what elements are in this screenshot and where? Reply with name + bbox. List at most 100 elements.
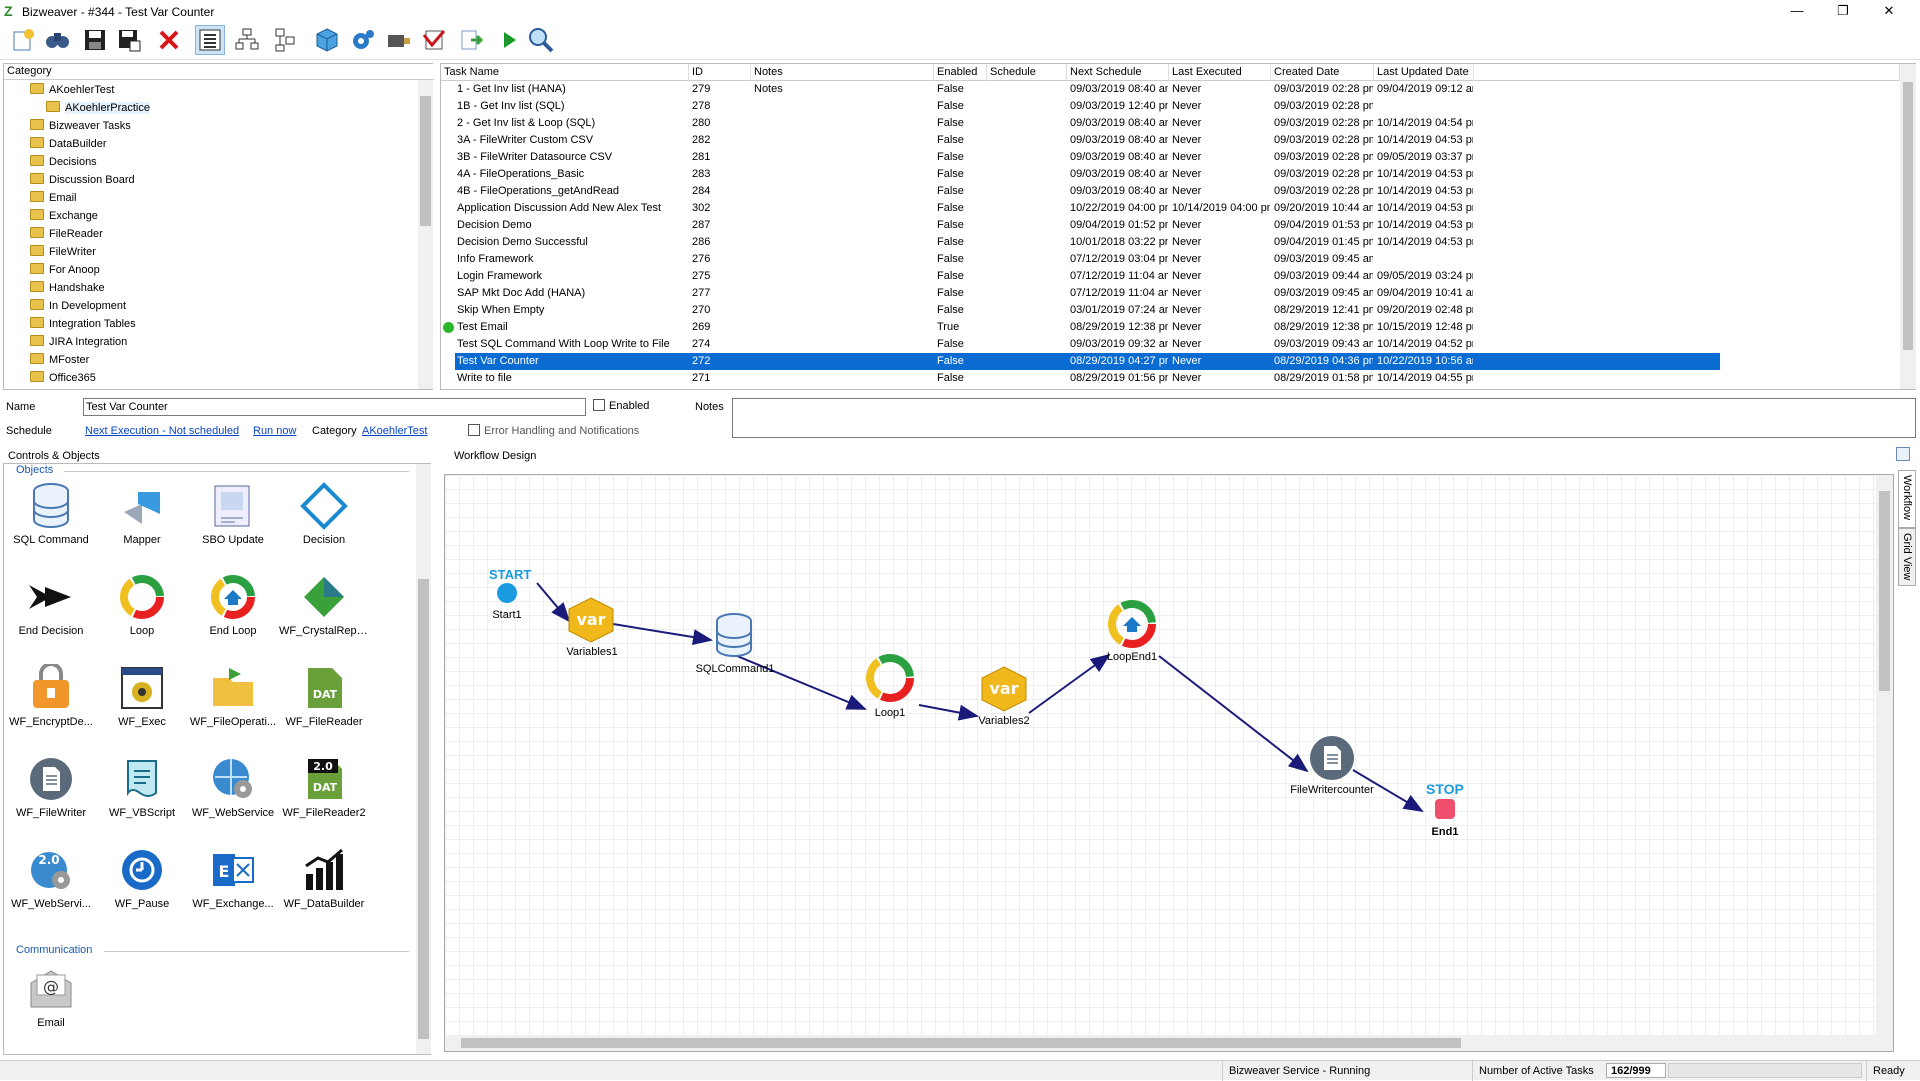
table-row[interactable]: Decision Demo 287 False 09/04/2019 01:52 pm… [455, 217, 1719, 234]
run-icon[interactable] [494, 25, 524, 55]
tree-item[interactable]: +Integration Tables [30, 315, 136, 333]
category-scrollbar[interactable] [418, 80, 433, 389]
find-icon[interactable] [42, 25, 72, 55]
table-row[interactable]: Login Framework 275 False 07/12/2019 11:04 … [455, 268, 1719, 285]
object-email[interactable]: @ Email [6, 959, 96, 1049]
loop1-node[interactable] [865, 653, 915, 706]
error-handling-checkbox[interactable]: Error Handling and Notifications [468, 424, 639, 437]
tree-item[interactable]: −AKoehlerTest [30, 81, 114, 99]
column-header[interactable]: Enabled [934, 64, 987, 81]
start-node[interactable] [497, 583, 517, 603]
tree-item[interactable]: Office365 [30, 369, 96, 387]
table-row[interactable]: Test Var Counter 272 False 08/29/2019 04:27… [455, 353, 1720, 370]
tree-item[interactable]: JIRA Integration [30, 333, 127, 351]
loopend1-node[interactable] [1107, 599, 1157, 652]
table-row[interactable]: Test Email 269 True 08/29/2019 12:38 pm Neve… [443, 319, 1719, 336]
tree-item[interactable]: Bizweaver Tasks [30, 117, 131, 135]
connector[interactable] [606, 622, 713, 645]
stop-node[interactable] [1435, 799, 1455, 819]
table-row[interactable]: Decision Demo Successful 286 False 10/01/20… [455, 234, 1719, 251]
object-item[interactable]: WF_EncryptDe... [6, 658, 96, 748]
import-icon[interactable] [420, 25, 450, 55]
object-item[interactable]: WF_Pause [97, 840, 187, 930]
workflow-view-icon[interactable] [270, 25, 300, 55]
pane-options-icon[interactable] [1896, 447, 1910, 461]
column-header[interactable]: Last Updated Date [1374, 64, 1474, 81]
tree-item[interactable]: Exchange [30, 207, 98, 225]
connector[interactable] [1158, 655, 1309, 773]
column-header[interactable]: Schedule [987, 64, 1067, 81]
column-header[interactable]: ID [689, 64, 751, 81]
search-icon[interactable] [526, 25, 556, 55]
table-row[interactable]: SAP Mkt Doc Add (HANA) 277 False 07/12/2019… [455, 285, 1719, 302]
object-item[interactable]: WF_VBScript [97, 749, 187, 839]
grid-scrollbar[interactable] [1900, 64, 1916, 389]
object-item[interactable]: 2.0 WF_WebServi... [6, 840, 96, 930]
table-row[interactable]: Test SQL Command With Loop Write to File… [455, 336, 1719, 353]
object-item[interactable]: E WF_Exchange... [188, 840, 278, 930]
minimize-button[interactable]: — [1774, 0, 1820, 22]
object-item[interactable]: Mapper [97, 476, 187, 566]
settings-icon[interactable] [348, 25, 378, 55]
tree-item[interactable]: DataBuilder [30, 135, 106, 153]
column-header[interactable]: Task Name [441, 64, 689, 81]
connector[interactable] [1028, 653, 1111, 714]
tree-item[interactable]: Email [30, 189, 77, 207]
canvas-hscroll[interactable] [445, 1035, 1893, 1051]
enabled-checkbox[interactable]: Enabled [593, 399, 649, 412]
object-item[interactable]: DAT WF_FileReader [279, 658, 369, 748]
delete-icon[interactable] [154, 25, 184, 55]
variables2-node[interactable]: var [979, 665, 1029, 716]
table-row[interactable]: 3A - FileWriter Custom CSV 282 False 09/03/… [455, 132, 1719, 149]
tree-item[interactable]: In Development [30, 297, 126, 315]
new-task-icon[interactable] [8, 25, 38, 55]
tree-item[interactable]: Discussion Board [30, 171, 135, 189]
object-item[interactable]: WF_WebService [188, 749, 278, 839]
canvas-vscroll[interactable] [1876, 475, 1893, 1035]
object-item[interactable]: SBO Update [188, 476, 278, 566]
object-item[interactable]: End Decision [6, 567, 96, 657]
close-window-button[interactable]: ✕ [1866, 0, 1912, 22]
tab-grid-view[interactable]: Grid View [1898, 528, 1916, 586]
save-as-icon[interactable] [114, 25, 144, 55]
object-item[interactable]: Loop [97, 567, 187, 657]
object-item[interactable]: WF_Exec [97, 658, 187, 748]
filewriter-node[interactable] [1307, 733, 1357, 786]
object-item[interactable]: WF_CrystalReport [279, 567, 369, 657]
object-item[interactable]: Decision [279, 476, 369, 566]
table-row[interactable]: 1B - Get Inv list (SQL) 278 False 09/03/201… [455, 98, 1719, 115]
column-header[interactable]: Created Date [1271, 64, 1374, 81]
restore-button[interactable]: ❐ [1820, 0, 1866, 22]
table-row[interactable]: 1 - Get Inv list (HANA) 279 Notes False 09/0… [455, 81, 1719, 98]
table-row[interactable]: 4B - FileOperations_getAndRead 284 False 09… [455, 183, 1719, 200]
notes-input[interactable] [732, 398, 1916, 438]
object-item[interactable]: WF_FileWriter [6, 749, 96, 839]
variables1-node[interactable]: var [566, 596, 616, 647]
tree-item[interactable]: Decisions [30, 153, 97, 171]
save-icon[interactable] [80, 25, 110, 55]
sqlcommand1-node[interactable] [712, 611, 756, 664]
tree-item[interactable]: AKoehlerPractice [46, 99, 150, 117]
category-link[interactable]: AKoehlerTest [362, 425, 427, 437]
controls-scrollbar[interactable] [416, 464, 431, 1054]
forward-icon[interactable] [457, 25, 487, 55]
tree-view-icon[interactable] [232, 25, 262, 55]
table-row[interactable]: Info Framework 276 False 07/12/2019 03:04 p… [455, 251, 1719, 268]
export-icon[interactable] [384, 25, 414, 55]
object-item[interactable]: 2.0 DAT WF_FileReader2 [279, 749, 369, 839]
column-header[interactable]: Last Executed [1169, 64, 1271, 81]
name-input[interactable] [83, 398, 586, 416]
tree-item[interactable]: FileReader [30, 225, 103, 243]
column-header[interactable]: Next Schedule [1067, 64, 1169, 81]
table-row[interactable]: 4A - FileOperations_Basic 283 False 09/03/2… [455, 166, 1719, 183]
object-item[interactable]: WF_DataBuilder [279, 840, 369, 930]
tab-workflow[interactable]: Workflow [1898, 470, 1916, 528]
tree-item[interactable]: Handshake [30, 279, 105, 297]
table-row[interactable]: Skip When Empty 270 False 03/01/2019 07:24 … [455, 302, 1719, 319]
object-item[interactable]: End Loop [188, 567, 278, 657]
object-item[interactable]: SQL Command [6, 476, 96, 566]
object-item[interactable]: WF_FileOperati... [188, 658, 278, 748]
next-execution-link[interactable]: Next Execution - Not scheduled [85, 425, 239, 437]
tree-item[interactable]: MFoster [30, 351, 89, 369]
workflow-canvas[interactable]: START Start1 var Variables1 SQLCommand1 … [444, 474, 1894, 1052]
